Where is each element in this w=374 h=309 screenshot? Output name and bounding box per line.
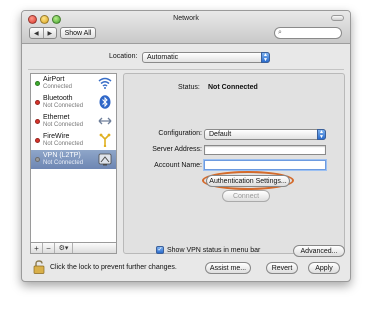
show-vpn-status-checkbox[interactable]: ✓: [156, 246, 164, 254]
help-button[interactable]: ?: [350, 245, 351, 256]
network-preferences-window: Network ◀ ▶ Show All ⌕ Location: Automat…: [21, 10, 351, 282]
server-address-field[interactable]: [204, 145, 326, 155]
service-list-toolbar: + − ⚙▾: [30, 243, 117, 254]
add-service-button[interactable]: +: [31, 243, 43, 253]
lock-icon[interactable]: [33, 260, 45, 274]
service-item-airport[interactable]: AirPort Connected: [31, 74, 116, 93]
status-dot-icon: [35, 81, 40, 86]
location-value: Automatic: [147, 54, 179, 61]
vpn-icon: [98, 152, 112, 166]
service-status: Not Connected: [43, 160, 84, 166]
service-item-ethernet[interactable]: Ethernet Not Connected: [31, 112, 116, 131]
action-menu-button[interactable]: ⚙▾: [55, 243, 73, 253]
status-value: Not Connected: [208, 84, 258, 91]
service-status: Not Connected: [43, 122, 84, 128]
show-vpn-status-label: Show VPN status in menu bar: [167, 247, 261, 254]
bluetooth-icon: [98, 95, 112, 109]
vpn-detail-pane: Status: Not Connected Configuration: Def…: [123, 73, 345, 257]
divider: [28, 69, 344, 70]
back-forward-control: ◀ ▶: [29, 27, 57, 39]
show-all-button[interactable]: Show All: [60, 27, 96, 39]
window-title: Network: [173, 15, 199, 22]
status-dot-icon: [35, 100, 40, 105]
assist-me-button[interactable]: Assist me...: [205, 262, 251, 274]
search-icon: ⌕: [278, 29, 282, 36]
service-status: Not Connected: [43, 103, 84, 109]
service-status: Not Connected: [43, 141, 84, 147]
service-list: AirPort Connected Bluetooth Not Connecte…: [30, 73, 117, 243]
configuration-value: Default: [209, 131, 232, 138]
service-name: Ethernet: [43, 114, 70, 121]
service-status: Connected: [43, 84, 73, 90]
status-dot-icon: [35, 157, 40, 162]
back-arrow-icon[interactable]: ◀: [30, 28, 43, 38]
configuration-label: Configuration:: [158, 130, 202, 137]
lock-message: Click the lock to prevent further change…: [50, 264, 177, 271]
remove-service-button[interactable]: −: [43, 243, 55, 253]
advanced-button[interactable]: Advanced...: [293, 245, 345, 257]
firewire-icon: [98, 133, 112, 147]
popup-arrows-icon: ▲ ▼: [317, 129, 326, 140]
location-label: Location:: [109, 53, 138, 60]
authentication-settings-button[interactable]: Authentication Settings...: [206, 175, 290, 187]
account-name-label: Account Name:: [154, 162, 202, 169]
connect-button[interactable]: Connect: [222, 190, 270, 202]
server-address-label: Server Address:: [152, 146, 202, 153]
configuration-popup[interactable]: Default ▲ ▼: [204, 129, 326, 140]
service-name: Bluetooth: [43, 95, 73, 102]
service-name: FireWire: [43, 133, 70, 140]
popup-arrows-icon: ▲ ▼: [261, 52, 270, 63]
title-bar: Network ◀ ▶ Show All ⌕: [22, 11, 350, 44]
revert-button[interactable]: Revert: [266, 262, 298, 274]
status-dot-icon: [35, 138, 40, 143]
account-name-field[interactable]: [204, 160, 326, 170]
status-dot-icon: [35, 119, 40, 124]
location-popup[interactable]: Automatic ▲ ▼: [142, 52, 270, 63]
service-name: AirPort: [43, 76, 65, 83]
service-item-vpn[interactable]: VPN (L2TP) Not Connected: [31, 150, 116, 169]
search-field[interactable]: ⌕: [274, 27, 342, 39]
status-label: Status:: [178, 84, 200, 91]
wifi-icon: [98, 76, 112, 90]
service-item-firewire[interactable]: FireWire Not Connected: [31, 131, 116, 150]
apply-button[interactable]: Apply: [308, 262, 340, 274]
ethernet-icon: [98, 114, 112, 128]
service-item-bluetooth[interactable]: Bluetooth Not Connected: [31, 93, 116, 112]
forward-arrow-icon[interactable]: ▶: [42, 28, 57, 38]
service-name: VPN (L2TP): [43, 152, 81, 159]
toolbar-toggle-button[interactable]: [331, 15, 344, 21]
